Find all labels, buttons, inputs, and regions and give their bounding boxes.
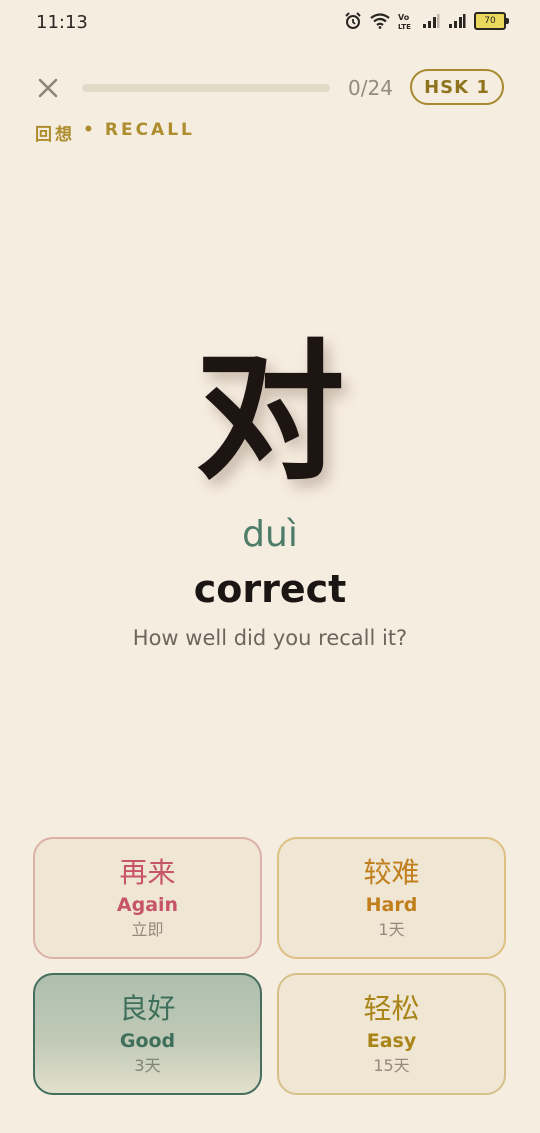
progress-counter: 0/24 — [348, 76, 393, 100]
svg-text:LTE: LTE — [398, 23, 411, 30]
hard-interval: 1天 — [378, 920, 405, 939]
again-interval: 立即 — [131, 920, 164, 939]
recall-prompt: How well did you recall it? — [132, 626, 408, 650]
svg-text:Vo: Vo — [398, 13, 410, 22]
again-button[interactable]: 再来 Again 立即 — [33, 837, 262, 959]
mode-label-zh: 回想 — [35, 125, 75, 145]
good-interval: 3天 — [134, 1056, 161, 1075]
hard-label-zh: 较难 — [363, 856, 420, 889]
progress-bar — [82, 84, 330, 92]
easy-interval: 15天 — [373, 1056, 410, 1075]
good-label-zh: 良好 — [119, 992, 176, 1025]
flashcard-character: 对 — [194, 325, 345, 501]
status-icons: Vo LTE 70 — [344, 12, 509, 30]
status-time: 11:13 — [36, 12, 88, 33]
battery-icon: 70 — [474, 12, 509, 30]
wifi-icon — [370, 13, 390, 29]
easy-label: Easy — [366, 1030, 417, 1052]
mode-label-en: RECALL — [104, 120, 195, 140]
mode-label-dot: • — [83, 120, 97, 140]
signal-icon — [449, 14, 466, 28]
again-label-zh: 再来 — [119, 856, 176, 889]
flashcard-pinyin: duì — [242, 514, 298, 555]
mode-label: 回想 • RECALL — [35, 120, 195, 145]
alarm-icon — [345, 12, 361, 29]
easy-button[interactable]: 轻松 Easy 15天 — [277, 973, 506, 1095]
volte-icon: Vo LTE — [398, 13, 411, 30]
again-label: Again — [116, 894, 179, 916]
level-badge[interactable]: HSK 1 — [410, 69, 504, 105]
easy-label-zh: 轻松 — [363, 992, 420, 1025]
good-label: Good — [119, 1030, 176, 1052]
flashcard-meaning: correct — [193, 567, 347, 611]
close-button[interactable] — [34, 74, 62, 102]
signal-icon — [423, 14, 440, 28]
close-icon — [38, 78, 58, 98]
hard-label: Hard — [365, 894, 418, 916]
hard-button[interactable]: 较难 Hard 1天 — [277, 837, 506, 959]
good-button[interactable]: 良好 Good 3天 — [33, 973, 262, 1095]
